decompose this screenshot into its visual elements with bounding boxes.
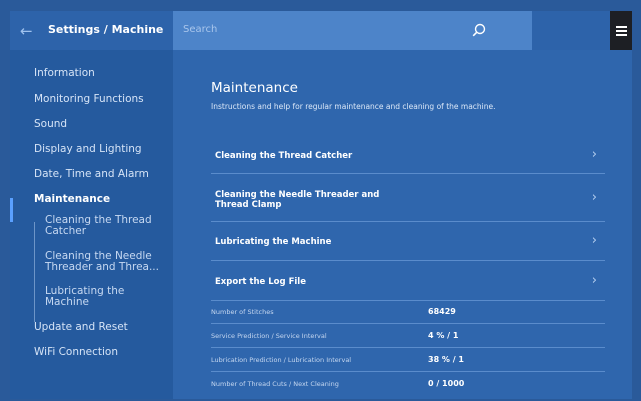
stat-value: 38 % / 1: [428, 355, 464, 364]
sidebar-item-display-lighting[interactable]: Display and Lighting: [34, 143, 142, 155]
sidebar-subitem-thread-catcher[interactable]: Cleaning the Thread Catcher: [45, 215, 152, 237]
sidebar-item-maintenance[interactable]: Maintenance: [34, 193, 110, 205]
app-window: ← Settings / Machine Search Information …: [10, 11, 632, 399]
sidebar-subitem-needle-threader[interactable]: Cleaning the Needle Threader and Threa..…: [45, 251, 159, 273]
hamburger-menu-icon[interactable]: [610, 11, 632, 50]
sidebar-item-sound[interactable]: Sound: [34, 118, 67, 130]
search-icon[interactable]: [472, 23, 486, 37]
sidebar-item-date-time-alarm[interactable]: Date, Time and Alarm: [34, 168, 149, 180]
link-label: Cleaning the Needle Threader and: [215, 190, 380, 200]
link-cleaning-needle-threader[interactable]: Cleaning the Needle Threader and Thread …: [211, 174, 605, 222]
chevron-right-icon: ›: [591, 233, 597, 248]
active-indicator: [10, 198, 13, 222]
submenu-divider: [34, 222, 35, 322]
search-placeholder: Search: [183, 24, 218, 35]
stat-row-lubrication: Lubrication Prediction / Lubrication Int…: [211, 350, 605, 372]
stat-label: Service Prediction / Service Interval: [211, 332, 327, 340]
stat-value: 0 / 1000: [428, 379, 465, 388]
top-bar: ← Settings / Machine Search: [10, 11, 632, 50]
main-content: Maintenance Instructions and help for re…: [173, 50, 632, 399]
stat-label: Lubrication Prediction / Lubrication Int…: [211, 356, 352, 364]
stat-label: Number of Stitches: [211, 308, 274, 316]
sidebar-item-information[interactable]: Information: [34, 67, 95, 79]
link-export-log-file[interactable]: Export the Log File ›: [211, 261, 605, 301]
subitem-label-line2: Machine: [45, 296, 89, 308]
chevron-right-icon: ›: [591, 147, 597, 162]
chevron-right-icon: ›: [591, 190, 597, 205]
stat-row-service: Service Prediction / Service Interval 4 …: [211, 326, 605, 348]
link-label: Lubricating the Machine: [215, 237, 332, 247]
subitem-label-line2: Threader and Threa...: [45, 261, 159, 273]
link-cleaning-thread-catcher[interactable]: Cleaning the Thread Catcher ›: [211, 136, 605, 174]
stat-row-thread-cuts: Number of Thread Cuts / Next Cleaning 0 …: [211, 374, 605, 396]
page-title: Settings / Machine: [48, 23, 164, 36]
link-label: Export the Log File: [215, 277, 306, 287]
sidebar-item-monitoring-functions[interactable]: Monitoring Functions: [34, 93, 144, 105]
link-label: Cleaning the Thread Catcher: [215, 151, 353, 161]
section-description: Instructions and help for regular mainte…: [211, 102, 496, 111]
stat-row-stitches: Number of Stitches 68429: [211, 302, 605, 324]
back-arrow-icon[interactable]: ←: [20, 23, 40, 39]
top-bar-spacer: [532, 11, 610, 50]
subitem-label-line2: Catcher: [45, 225, 87, 237]
link-label-line2: Thread Clamp: [215, 200, 282, 210]
sidebar-item-update-reset[interactable]: Update and Reset: [34, 321, 128, 333]
sidebar: Information Monitoring Functions Sound D…: [10, 50, 173, 399]
stat-value: 68429: [428, 307, 456, 316]
section-heading: Maintenance: [211, 80, 298, 96]
sidebar-item-wifi-connection[interactable]: WiFi Connection: [34, 346, 118, 358]
chevron-right-icon: ›: [591, 273, 597, 288]
stat-label: Number of Thread Cuts / Next Cleaning: [211, 380, 339, 388]
sidebar-subitem-lubricating[interactable]: Lubricating the Machine: [45, 286, 124, 308]
stat-value: 4 % / 1: [428, 331, 459, 340]
search-input[interactable]: Search: [173, 11, 532, 50]
link-lubricating-machine[interactable]: Lubricating the Machine ›: [211, 222, 605, 261]
